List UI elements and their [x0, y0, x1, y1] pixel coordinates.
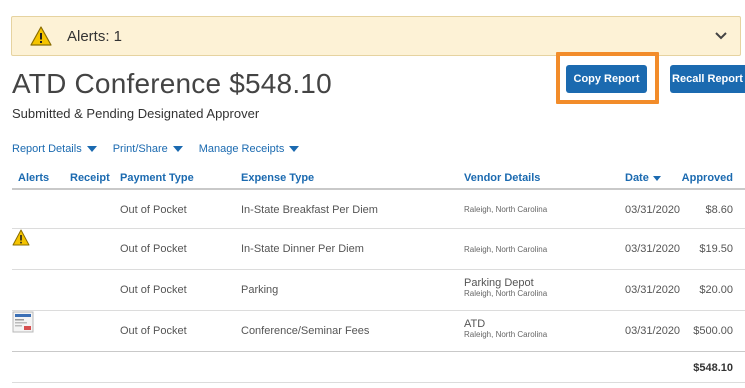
menu-report-details[interactable]: Report Details	[12, 143, 97, 155]
recall-report-button[interactable]: Recall Report	[670, 65, 745, 93]
payment-type: Out of Pocket	[120, 243, 187, 255]
vendor-details: Raleigh, North Carolina	[464, 245, 547, 254]
menu-label: Manage Receipts	[198, 143, 285, 155]
vendor-name: ATD	[464, 318, 486, 330]
copy-report-button[interactable]: Copy Report	[566, 65, 647, 93]
vendor-location: Raleigh, North Carolina	[464, 330, 548, 339]
menu-label: Print/Share	[112, 143, 168, 155]
vendor-location: Raleigh, North Carolina	[464, 205, 548, 214]
col-expense-type[interactable]: Expense Type	[241, 172, 314, 184]
alerts-label: Alerts: 1	[67, 28, 123, 45]
col-receipt[interactable]: Receipt	[70, 172, 110, 184]
table-header: Alerts Receipt Payment Type Expense Type…	[12, 168, 745, 190]
expense-type: In-State Dinner Per Diem	[241, 243, 364, 255]
expense-table: Alerts Receipt Payment Type Expense Type…	[12, 168, 745, 383]
expense-date: 03/31/2020	[625, 284, 681, 296]
total-amount: $548.10	[693, 362, 733, 374]
table-row[interactable]: Out of Pocket Conference/Seminar Fees AT…	[12, 311, 745, 351]
page-title: ATD Conference $548.10	[12, 68, 332, 99]
table-row[interactable]: Out of Pocket Parking Parking Depot Rale…	[12, 270, 745, 311]
total-row: $548.10	[12, 351, 745, 383]
col-approved[interactable]: Approved	[682, 172, 733, 184]
caret-down-icon	[172, 146, 183, 152]
payment-type: Out of Pocket	[120, 204, 187, 216]
vendor-name: Parking Depot	[464, 277, 534, 289]
table-row[interactable]: Out of Pocket In-State Breakfast Per Die…	[12, 190, 745, 229]
vendor-details: Raleigh, North Carolina	[464, 205, 547, 214]
approved-amount: $19.50	[699, 243, 733, 255]
payment-type: Out of Pocket	[120, 284, 187, 296]
menu-print-share[interactable]: Print/Share	[113, 143, 183, 155]
expense-date: 03/31/2020	[625, 325, 681, 337]
menu-label: Report Details	[12, 143, 82, 155]
menu-manage-receipts[interactable]: Manage Receipts	[199, 143, 300, 155]
warning-icon	[30, 26, 52, 46]
caret-down-icon	[86, 146, 97, 152]
vendor-details: ATD Raleigh, North Carolina	[464, 318, 547, 339]
col-alerts[interactable]: Alerts	[18, 172, 49, 184]
receipt-thumbnail-icon[interactable]	[12, 311, 34, 333]
payment-type: Out of Pocket	[120, 325, 187, 337]
sort-desc-icon	[652, 175, 661, 181]
vendor-location: Raleigh, North Carolina	[464, 289, 548, 298]
alerts-banner[interactable]: Alerts: 1	[11, 16, 741, 56]
col-vendor-details[interactable]: Vendor Details	[464, 172, 540, 184]
expense-type: Conference/Seminar Fees	[241, 325, 370, 337]
table-row[interactable]: Out of Pocket In-State Dinner Per Diem R…	[12, 229, 745, 270]
chevron-down-icon[interactable]	[714, 28, 728, 42]
approved-amount: $8.60	[705, 204, 733, 216]
approved-amount: $20.00	[699, 284, 733, 296]
report-status: Submitted & Pending Designated Approver	[12, 106, 260, 121]
expense-date: 03/31/2020	[625, 243, 681, 255]
col-payment-type[interactable]: Payment Type	[120, 172, 194, 184]
warning-icon[interactable]	[12, 229, 30, 246]
expense-type: In-State Breakfast Per Diem	[241, 204, 378, 216]
caret-down-icon	[289, 146, 300, 152]
vendor-details: Parking Depot Raleigh, North Carolina	[464, 277, 547, 298]
expense-type: Parking	[241, 284, 279, 296]
col-date[interactable]: Date	[625, 172, 661, 184]
report-menus: Report Details Print/Share Manage Receip…	[12, 143, 315, 155]
approved-amount: $500.00	[693, 325, 733, 337]
vendor-location: Raleigh, North Carolina	[464, 245, 548, 254]
col-date-label: Date	[625, 172, 649, 184]
expense-date: 03/31/2020	[625, 204, 681, 216]
